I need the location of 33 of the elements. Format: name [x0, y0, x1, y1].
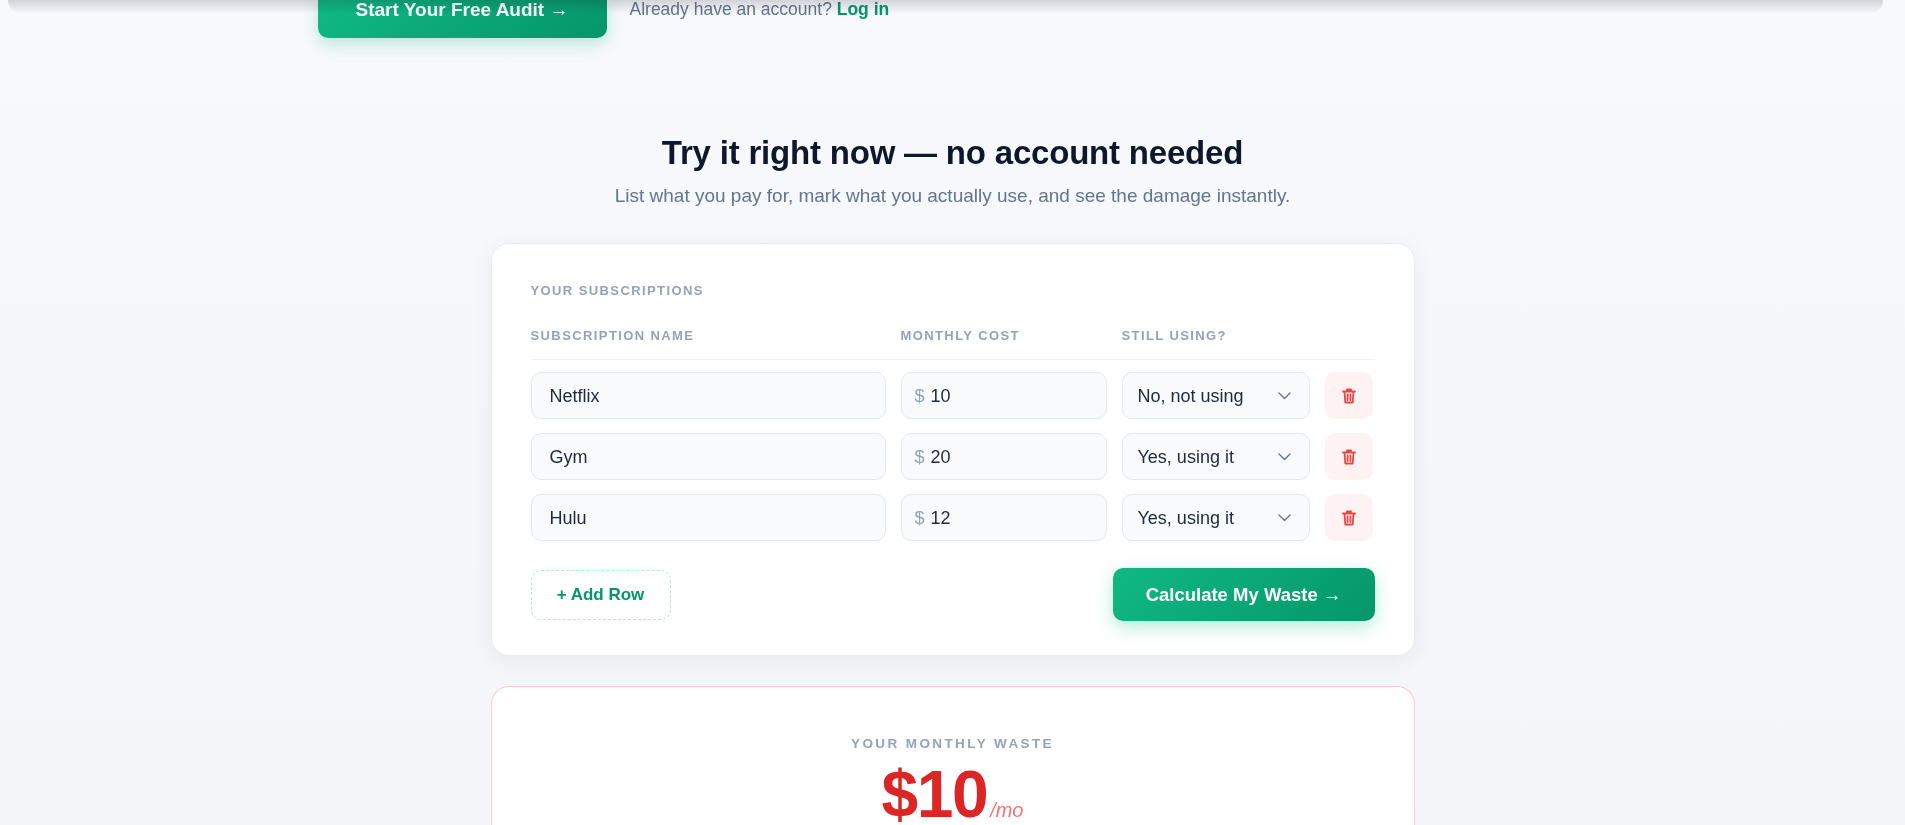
delete-row-button[interactable] — [1324, 494, 1373, 541]
column-header: MONTHLY COST — [900, 328, 1020, 344]
trash-icon — [1341, 509, 1356, 526]
per-month-unit: /mo — [990, 800, 1024, 820]
section-label: YOUR SUBSCRIPTIONS — [530, 283, 704, 299]
chevron-down-icon — [1277, 391, 1291, 400]
currency-symbol: $ — [914, 507, 925, 528]
section-subtitle: List what you pay for, mark what you actually use, and see the damage instantly. — [614, 184, 1291, 208]
usage-dropdown[interactable]: Yes, using it — [1121, 433, 1310, 480]
trash-icon — [1341, 448, 1356, 465]
section-title: Try it right now — no account needed — [661, 133, 1244, 173]
column-header: SUBSCRIPTION NAME — [530, 328, 695, 344]
waste-amount: $10 — [881, 767, 988, 821]
chevron-down-icon — [1277, 513, 1291, 522]
delete-row-button[interactable] — [1324, 372, 1373, 419]
column-header: STILL USING? — [1121, 328, 1227, 344]
result-label: YOUR MONTHLY WASTE — [851, 736, 1054, 752]
login-prompt: Already have an account? Log in — [629, 0, 890, 19]
subscription-name-input[interactable]: Hulu — [530, 494, 886, 541]
chevron-down-icon — [1277, 452, 1291, 461]
monthly-cost-input[interactable]: $ 12 — [900, 494, 1107, 541]
usage-dropdown[interactable]: No, not using — [1121, 372, 1310, 419]
subscription-name-input[interactable]: Netflix — [530, 372, 886, 419]
monthly-cost-input[interactable]: $ 20 — [900, 433, 1107, 480]
subscription-name-input[interactable]: Gym — [530, 433, 886, 480]
trash-icon — [1341, 387, 1356, 404]
currency-symbol: $ — [914, 385, 925, 406]
usage-dropdown[interactable]: Yes, using it — [1121, 494, 1310, 541]
login-link[interactable]: Log in — [836, 0, 890, 19]
monthly-cost-input[interactable]: $ 10 — [900, 372, 1107, 419]
delete-row-button[interactable] — [1324, 433, 1373, 480]
currency-symbol: $ — [914, 446, 925, 467]
add-row-button[interactable]: + Add Row — [530, 569, 671, 620]
